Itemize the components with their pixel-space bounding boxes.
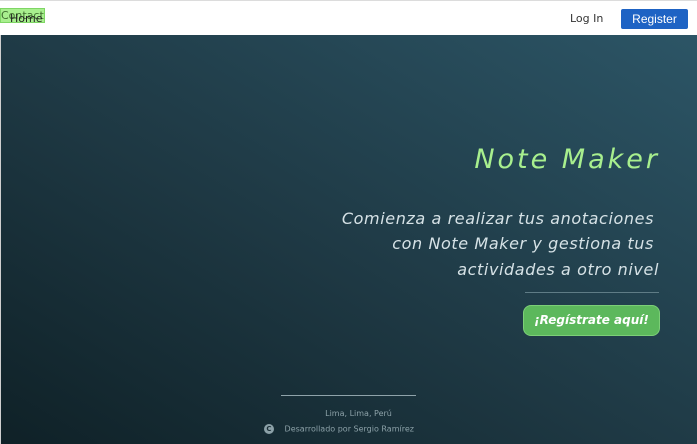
hero-subtitle-line-1: Comienza a realizar tus anotaciones	[341, 209, 654, 228]
hero-subtitle-line-2: con Note Maker y gestiona tus	[392, 234, 654, 253]
hero-subtitle-line-3: actividades a otro nivel	[457, 260, 659, 279]
hero-title: Note Maker	[474, 144, 660, 175]
footer-location: Lima, Lima, Perú	[325, 409, 392, 418]
register-button[interactable]: Register	[621, 9, 688, 29]
page: Home Contact Log In Register Note Maker …	[0, 0, 697, 444]
signup-cta-button[interactable]: ¡Regístrate aquí!	[523, 305, 660, 336]
nav-home-link[interactable]: Home	[10, 12, 42, 25]
footer-divider	[281, 395, 416, 396]
hero-section: Note Maker Comienza a realizar tus anota…	[0, 35, 697, 444]
footer-credit-text: Desarrollado por Sergio Ramírez	[284, 424, 414, 434]
nav-login-link[interactable]: Log In	[570, 12, 603, 25]
copyright-icon: C	[264, 424, 274, 434]
footer-credit: C Desarrollado por Sergio Ramírez	[264, 424, 414, 434]
navbar: Home Contact Log In Register	[0, 0, 697, 35]
hero-divider	[525, 292, 659, 293]
